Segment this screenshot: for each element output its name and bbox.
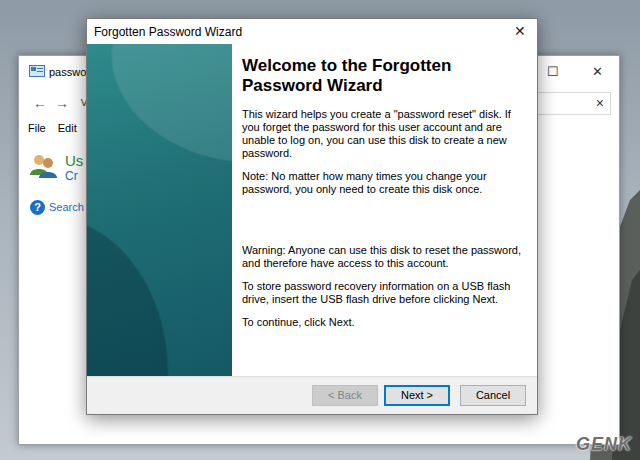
- button-focus-frame: Next >: [383, 384, 451, 407]
- section-link[interactable]: Cr: [65, 169, 83, 183]
- wizard-paragraph: This wizard helps you create a "password…: [242, 108, 527, 160]
- control-panel-icon: [29, 65, 45, 79]
- forward-button[interactable]: →: [51, 93, 73, 114]
- forgotten-password-wizard[interactable]: Forgotten Password Wizard ✕ Welcome to t…: [86, 18, 538, 415]
- title-bar: Forgotten Password Wizard ✕: [87, 19, 537, 44]
- wizard-body: Welcome to the Forgotten Password Wizard…: [87, 44, 537, 376]
- help-icon: ?: [30, 200, 45, 215]
- cancel-button[interactable]: Cancel: [460, 385, 526, 406]
- wizard-side-panel: [87, 44, 232, 376]
- watermark: GENK: [576, 431, 632, 458]
- wizard-paragraph: Warning: Anyone can use this disk to res…: [242, 244, 527, 270]
- dialog-title: Forgotten Password Wizard: [94, 23, 242, 41]
- wizard-paragraph: To continue, click Next.: [242, 316, 527, 329]
- button-focus-frame: Cancel: [459, 384, 527, 407]
- menu-item[interactable]: File: [28, 118, 51, 139]
- wizard-paragraph: Note: No matter how many times you chang…: [242, 170, 527, 196]
- window-title: passwor: [49, 64, 90, 81]
- wizard-paragraph: To store password recovery information o…: [242, 280, 527, 306]
- wizard-content: Welcome to the Forgotten Password Wizard…: [232, 44, 537, 376]
- menu-item[interactable]: Edit: [58, 118, 82, 139]
- button-bar: < Back Next > Cancel: [87, 376, 537, 414]
- back-button: < Back: [312, 385, 378, 406]
- close-button[interactable]: ✕: [575, 62, 619, 82]
- section-heading[interactable]: Us: [65, 153, 83, 170]
- wizard-heading: Welcome to the Forgotten Password Wizard: [242, 56, 502, 96]
- next-button[interactable]: Next >: [384, 385, 450, 406]
- users-icon: [29, 153, 57, 179]
- button-label: Next >: [401, 389, 433, 401]
- button-focus-frame: < Back: [311, 384, 379, 407]
- back-button[interactable]: ←: [29, 93, 51, 114]
- clear-search-button[interactable]: ×: [596, 93, 604, 114]
- desktop: passwor ☐✕ ←→˅ × FileEdit Us Cr: [0, 0, 640, 460]
- button-label: Cancel: [476, 389, 510, 401]
- close-button[interactable]: ✕: [503, 21, 537, 42]
- button-label: < Back: [328, 389, 362, 401]
